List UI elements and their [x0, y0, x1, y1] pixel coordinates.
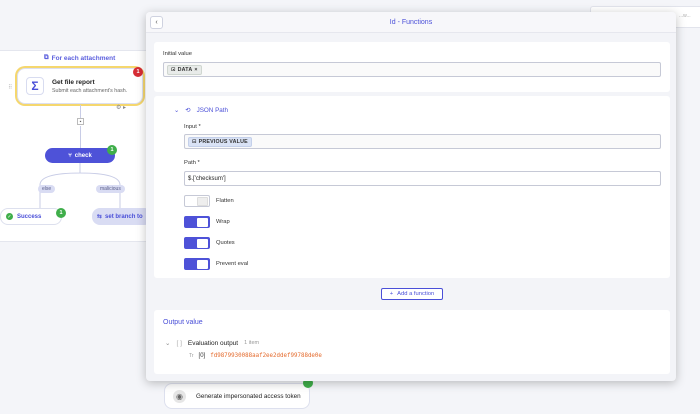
swap-icon: ⇆	[97, 214, 103, 220]
drag-handle-icon[interactable]: ⠿	[8, 84, 12, 91]
connector	[80, 126, 81, 148]
generate-token-node[interactable]: ◉ Generate impersonated access token	[164, 383, 310, 409]
data-icon: ⊡	[171, 66, 176, 73]
prevent-eval-label: Prevent eval	[216, 261, 249, 267]
success-node-label: Success	[17, 213, 42, 220]
check-node-label: check	[74, 152, 92, 159]
check-circle-icon: ✓	[6, 213, 13, 220]
token-node-label: Generate impersonated access token	[196, 392, 301, 400]
add-function-label: Add a function	[397, 291, 435, 297]
evaluation-output-count: 1 item	[244, 340, 260, 346]
success-badge: 1	[56, 208, 66, 218]
modal-header: ‹ Id - Functions	[146, 12, 676, 33]
evaluation-output-row[interactable]: ⌄ [ ] Evaluation output 1 item	[165, 339, 260, 348]
check-node[interactable]: ⑂ check	[45, 148, 115, 163]
quotes-toggle[interactable]	[184, 237, 210, 249]
set-branch-node[interactable]: ⇆ set branch to	[92, 208, 152, 225]
branch-tag-else: else	[38, 185, 56, 193]
flatten-toggle[interactable]	[184, 195, 210, 207]
get-file-report-node[interactable]: Σ Get file report Submit each attachment…	[17, 68, 143, 104]
foreach-label: ⧉ For each attachment	[44, 54, 115, 62]
value-icon: ⊟	[192, 138, 197, 145]
input-field[interactable]: ⊟ PREVIOUS VALUE	[184, 134, 661, 149]
functions-modal: ‹ Id - Functions Initial value ⊡ DATA × …	[146, 12, 676, 381]
output-title: Output value	[163, 319, 203, 326]
back-button[interactable]: ‹	[150, 16, 163, 29]
path-value: $.['checksum']	[188, 175, 226, 182]
initial-value-input[interactable]: ⊡ DATA ×	[163, 62, 661, 77]
chevron-down-icon: ⌄	[165, 340, 171, 347]
result-row[interactable]: Tr [0] fd9879930088aaf2ee2ddef99788de0e	[189, 353, 322, 359]
branch-icon: ⑂	[68, 152, 72, 159]
branch-tag-malicious: malicious	[96, 185, 125, 193]
initial-value-card: Initial value ⊡ DATA ×	[154, 42, 670, 92]
node-subtitle: Submit each attachment's hash.	[52, 87, 128, 94]
previous-value-label: PREVIOUS VALUE	[198, 138, 248, 145]
json-path-header[interactable]: ⌄ ⟲ JSON Path	[174, 107, 228, 114]
toggle-wrap[interactable]: Wrap	[184, 216, 230, 228]
add-function-button[interactable]: + Add a function	[381, 288, 443, 300]
path-label: Path *	[184, 160, 200, 166]
success-node[interactable]: ✓ Success	[0, 208, 62, 225]
toggle-prevent-eval[interactable]: Prevent eval	[184, 258, 248, 270]
input-label: Input *	[184, 124, 201, 130]
connector	[80, 105, 81, 118]
plus-icon: +	[389, 291, 394, 297]
set-branch-label: set branch to	[105, 213, 143, 220]
prevent-eval-toggle[interactable]	[184, 258, 210, 270]
success-count-badge: 1	[107, 145, 117, 155]
bracket-icon: [ ]	[176, 339, 182, 347]
toggle-flatten[interactable]: Flatten	[184, 195, 234, 207]
chevron-down-icon: ⌄	[174, 107, 180, 114]
json-path-title: JSON Path	[196, 107, 229, 114]
previous-value-chip[interactable]: ⊟ PREVIOUS VALUE	[188, 136, 252, 147]
error-badge: 1	[133, 67, 143, 77]
wrap-label: Wrap	[216, 219, 230, 225]
flatten-label: Flatten	[216, 198, 234, 204]
branch-connectors	[39, 163, 121, 208]
data-chip-label: DATA	[177, 66, 193, 73]
modal-title: Id - Functions	[389, 18, 433, 26]
top-right-card-text: ...w...	[679, 13, 691, 19]
wrap-toggle[interactable]	[184, 216, 210, 228]
toggle-quotes[interactable]: Quotes	[184, 237, 235, 249]
sigma-icon: Σ	[26, 77, 44, 95]
path-input[interactable]: $.['checksum']	[184, 171, 661, 186]
initial-value-label: Initial value	[163, 51, 193, 57]
add-step-icon[interactable]: ▪	[77, 118, 84, 125]
result-index: [0]	[198, 353, 206, 359]
quotes-label: Quotes	[216, 240, 235, 246]
text-type-icon: Tr	[189, 353, 194, 359]
function-icon: ⟲	[185, 107, 191, 114]
node-tools-icon[interactable]: ⚙ ▸	[116, 104, 126, 111]
data-chip[interactable]: ⊡ DATA ×	[167, 64, 202, 75]
evaluation-output-label: Evaluation output	[187, 339, 239, 347]
result-value: fd9879930088aaf2ee2ddef99788de0e	[210, 353, 322, 359]
chevron-left-icon: ‹	[155, 19, 158, 26]
foreach-icon: ⧉	[44, 54, 49, 61]
google-icon: ◉	[173, 389, 186, 403]
json-path-card: ⌄ ⟲ JSON Path Input * ⊟ PREVIOUS VALUE P…	[154, 96, 670, 278]
remove-chip-icon[interactable]: ×	[194, 67, 197, 73]
foreach-label-text: For each attachment	[51, 54, 116, 62]
node-title: Get file report	[52, 78, 95, 86]
